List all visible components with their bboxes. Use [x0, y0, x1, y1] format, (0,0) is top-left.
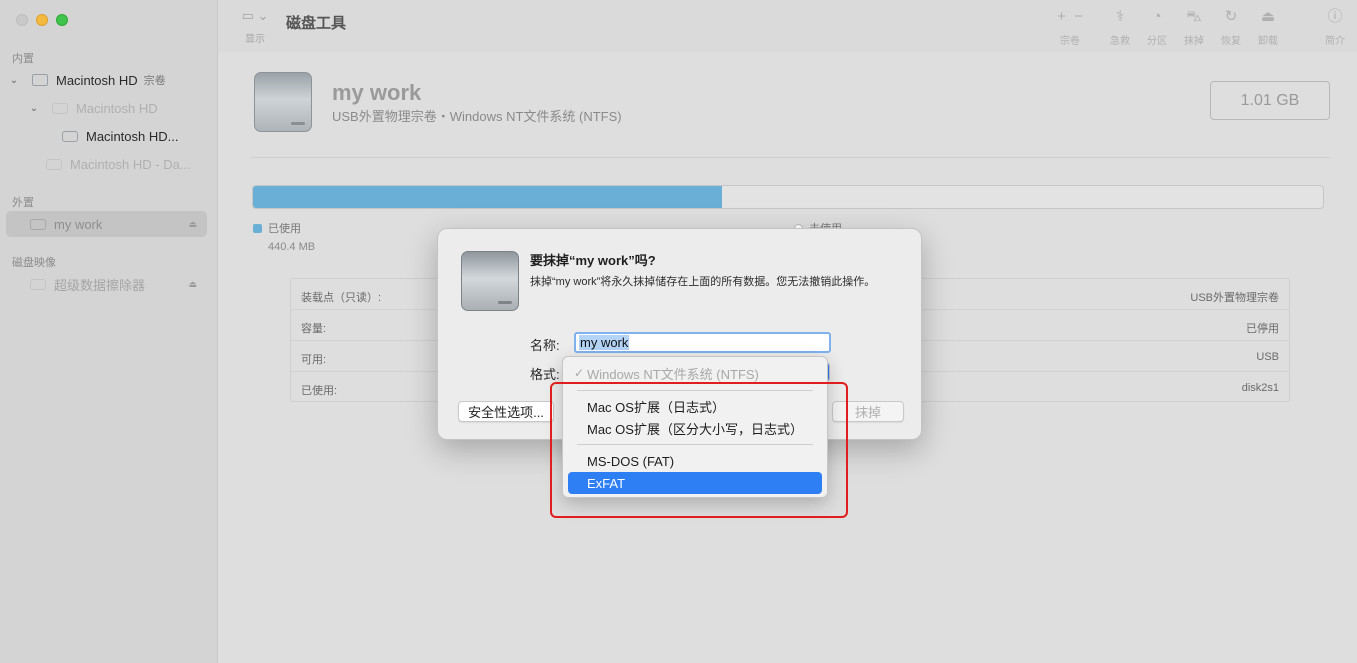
unmount-label: 卸载	[1258, 36, 1278, 47]
info-value: USB外置物理宗卷	[1190, 292, 1279, 304]
divider	[250, 157, 1330, 158]
name-label: 名称:	[530, 338, 560, 353]
info-button[interactable]: ⓘ 简介	[1318, 8, 1352, 47]
menu-item-label: ExFAT	[587, 475, 626, 491]
volume-stack-icon	[32, 74, 48, 86]
legend-used: 已使用	[253, 220, 301, 236]
section-external: 外置	[12, 197, 34, 209]
partition-button[interactable]: ◔ 分区	[1140, 8, 1174, 47]
sidebar-item-my-work[interactable]: my work ⏏	[6, 211, 207, 237]
erase-confirm-button[interactable]: 抹掉	[832, 401, 904, 422]
pie-icon: ◔	[1152, 8, 1162, 25]
external-drive-icon	[254, 72, 312, 132]
section-internal: 内置	[12, 53, 34, 65]
sidebar-item-macintosh-hd-volume[interactable]: ⌄ Macintosh HD 宗卷	[6, 67, 207, 93]
disk-icon	[46, 158, 62, 170]
usage-bar-used	[253, 186, 722, 208]
minimize-button[interactable]	[36, 14, 48, 26]
partition-label: 分区	[1147, 36, 1167, 47]
volume-label: 宗卷	[1060, 36, 1080, 47]
first-aid-button[interactable]: ⚕ 急救	[1103, 8, 1137, 47]
sidebar-item-label: my work	[54, 216, 103, 232]
eject-icon[interactable]: ⏏	[188, 279, 197, 290]
zoom-button[interactable]	[56, 14, 68, 26]
info-value: disk2s1	[1241, 382, 1279, 394]
sidebar-item-label: Macintosh HD	[56, 72, 138, 88]
name-input-value: my work	[579, 335, 630, 350]
dialog-title: 要抹掉“my work”吗?	[530, 253, 656, 268]
menu-item-label: MS-DOS (FAT)	[587, 453, 675, 469]
menu-item-label: Windows NT文件系统 (NTFS)	[587, 366, 759, 382]
unmount-icon: ⏏	[1260, 8, 1276, 25]
menu-item-label: Mac OS扩展（日志式）	[587, 399, 725, 415]
sidebar-item-label: Macintosh HD...	[86, 128, 179, 144]
used-label: 已使用	[268, 223, 301, 235]
sidebar-item-tag: 宗卷	[143, 75, 166, 87]
info-value: USB	[1256, 351, 1279, 363]
info-key: 容量:	[301, 323, 327, 335]
plus-minus-icon: + −	[1057, 8, 1083, 25]
volume-title: my work	[332, 80, 422, 105]
erase-button[interactable]: ⛍ 抹掉	[1177, 8, 1211, 47]
info-key: 可用:	[301, 354, 327, 366]
sidebar-item-macintosh-hd-container[interactable]: ⌄ Macintosh HD	[6, 95, 207, 121]
sidebar-toggle-icon: ▭ ⌄	[241, 8, 269, 23]
unmount-button[interactable]: ⏏ 卸载	[1251, 8, 1285, 47]
erase-icon: ⛍	[1186, 8, 1202, 25]
menu-item-ntfs[interactable]: ✓ Windows NT文件系统 (NTFS)	[568, 362, 822, 384]
stethoscope-icon: ⚕	[1115, 8, 1125, 25]
disk-icon	[62, 130, 78, 142]
external-disk-icon	[30, 218, 46, 230]
section-disk-images: 磁盘映像	[12, 257, 56, 269]
erase-label: 抹掉	[1184, 36, 1204, 47]
view-button[interactable]: ▭ ⌄ 显示	[240, 8, 270, 45]
used-swatch	[253, 223, 262, 233]
eject-icon[interactable]: ⏏	[188, 219, 197, 230]
security-options-button[interactable]: 安全性选项...	[458, 401, 554, 422]
sidebar-item-macintosh-hd-snapshot[interactable]: Macintosh HD...	[6, 123, 207, 149]
first-aid-label: 急救	[1110, 36, 1130, 47]
volume-button[interactable]: + − 宗卷	[1053, 8, 1087, 47]
restore-icon: ↻	[1224, 8, 1238, 25]
menu-separator	[577, 390, 813, 391]
disk-icon	[52, 102, 68, 114]
view-label: 显示	[245, 34, 265, 45]
usage-bar	[252, 185, 1324, 209]
sidebar-item-label: Macintosh HD	[76, 100, 158, 116]
disk-image-icon	[30, 278, 46, 290]
sidebar-item-label: Macintosh HD - Da...	[70, 156, 191, 172]
sidebar: 内置 ⌄ Macintosh HD 宗卷 ⌄ Macintosh HD Maci…	[0, 0, 218, 663]
info-label: 简介	[1325, 36, 1345, 47]
checkmark-icon: ✓	[574, 366, 585, 380]
info-key: 装载点（只读）:	[301, 292, 382, 304]
restore-button[interactable]: ↻ 恢复	[1214, 8, 1248, 47]
info-icon: ⓘ	[1327, 8, 1343, 25]
menu-item-mac-os-case-sensitive[interactable]: Mac OS扩展（区分大小写，日志式）	[568, 417, 822, 439]
close-button[interactable]	[16, 14, 28, 26]
menu-item-label: Mac OS扩展（区分大小写，日志式）	[587, 421, 803, 437]
external-drive-icon	[461, 251, 519, 311]
toolbar: ▭ ⌄ 显示 磁盘工具 + − 宗卷 ⚕ 急救 ◔ 分区 ⛍ 抹掉 ↻ 恢复 ⏏…	[218, 0, 1357, 52]
sidebar-item-macintosh-hd-data[interactable]: Macintosh HD - Da...	[6, 151, 207, 177]
menu-item-mac-os-journaled[interactable]: Mac OS扩展（日志式）	[568, 395, 822, 417]
name-input[interactable]: my work	[574, 332, 831, 353]
menu-item-exfat[interactable]: ExFAT	[568, 472, 822, 494]
info-value: 已停用	[1246, 323, 1279, 335]
restore-label: 恢复	[1221, 36, 1241, 47]
used-value: 440.4 MB	[268, 241, 316, 253]
sidebar-item-data-eraser[interactable]: 超级数据擦除器 ⏏	[6, 271, 207, 297]
sidebar-item-label: 超级数据擦除器	[54, 277, 146, 293]
menu-separator	[577, 444, 813, 445]
app-title: 磁盘工具	[286, 15, 347, 32]
format-menu: ✓ Windows NT文件系统 (NTFS) Mac OS扩展（日志式） Ma…	[562, 356, 828, 498]
info-key: 已使用:	[301, 385, 338, 397]
volume-size: 1.01 GB	[1210, 81, 1330, 120]
menu-item-ms-dos-fat[interactable]: MS-DOS (FAT)	[568, 450, 822, 472]
chevron-down-icon[interactable]: ⌄	[6, 75, 22, 86]
window-controls	[16, 14, 68, 26]
volume-subtitle: USB外置物理宗卷・Windows NT文件系统 (NTFS)	[332, 109, 622, 124]
dialog-message: 抹掉“my work”将永久抹掉储存在上面的所有数据。您无法撤销此操作。	[530, 276, 876, 288]
format-label: 格式:	[530, 367, 560, 382]
chevron-down-icon[interactable]: ⌄	[26, 103, 42, 114]
